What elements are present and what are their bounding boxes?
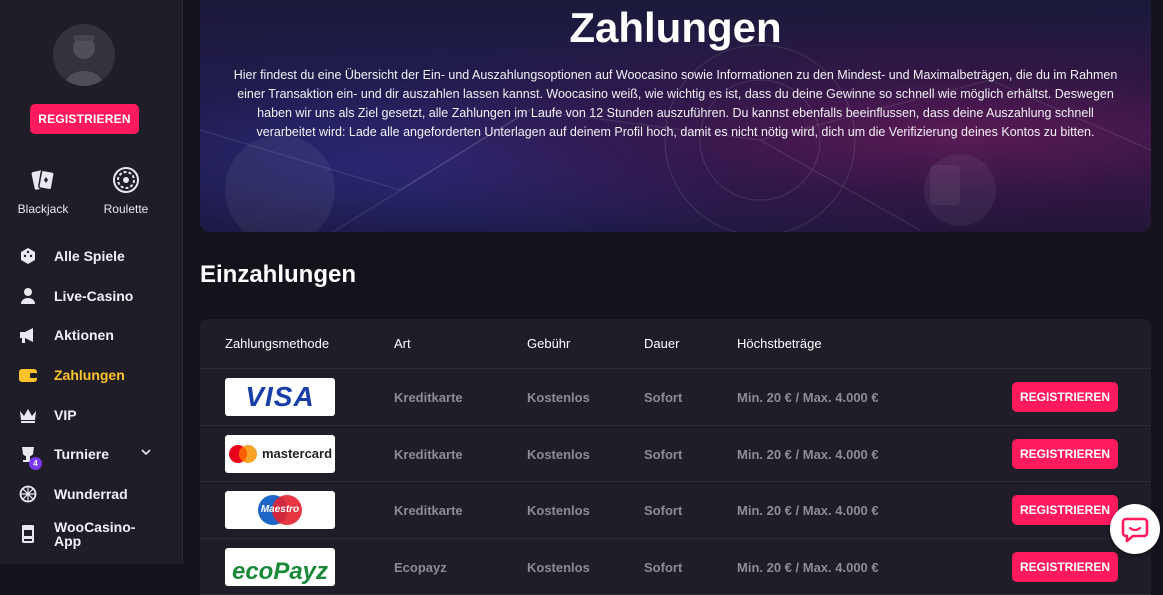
register-button[interactable]: REGISTRIEREN xyxy=(1012,552,1118,582)
register-button[interactable]: REGISTRIEREN xyxy=(1012,495,1118,525)
sidebar-item-label: VIP xyxy=(54,407,77,423)
sidebar-item-label: Wunderrad xyxy=(54,486,128,502)
sidebar-item-tournaments[interactable]: 4 Turniere xyxy=(0,434,183,474)
payment-type: Kreditkarte xyxy=(394,503,463,518)
payment-duration: Sofort xyxy=(644,390,682,405)
maestro-logo: Maestro xyxy=(225,491,335,529)
roulette-icon xyxy=(112,166,140,194)
sidebar-item-app[interactable]: WooCasino- App xyxy=(0,514,183,554)
quick-link-blackjack[interactable]: Blackjack xyxy=(3,166,83,216)
sidebar-register-button[interactable]: REGISTRIEREN xyxy=(30,104,139,134)
payment-limits: Min. 20 € / Max. 4.000 € xyxy=(737,390,879,405)
payment-fee: Kostenlos xyxy=(527,390,590,405)
table-row: mastercard Kreditkarte Kostenlos Sofort … xyxy=(200,426,1151,483)
table-header: Zahlungsmethode Art Gebühr Dauer Höchstb… xyxy=(200,319,1151,369)
sidebar-item-live-casino[interactable]: Live-Casino xyxy=(0,276,183,316)
payment-type: Kreditkarte xyxy=(394,447,463,462)
sidebar-item-label: Turniere xyxy=(54,446,109,462)
quick-link-roulette[interactable]: Roulette xyxy=(86,166,166,216)
notification-badge: 4 xyxy=(29,457,42,470)
table-row: Maestro Kreditkarte Kostenlos Sofort Min… xyxy=(200,482,1151,539)
sidebar-item-vip[interactable]: VIP xyxy=(0,395,183,435)
table-row: VISA Kreditkarte Kostenlos Sofort Min. 2… xyxy=(200,369,1151,426)
column-header: Gebühr xyxy=(527,336,570,351)
page-intro-text: Hier findest du eine Übersicht der Ein- … xyxy=(230,66,1121,142)
payment-logo-text: VISA xyxy=(245,381,314,413)
register-button[interactable]: REGISTRIEREN xyxy=(1012,439,1118,469)
payment-limits: Min. 20 € / Max. 4.000 € xyxy=(737,560,879,575)
quick-link-label: Blackjack xyxy=(18,202,69,216)
sidebar-item-wheel[interactable]: Wunderrad xyxy=(0,474,183,514)
chevron-down-icon[interactable] xyxy=(141,448,151,456)
ecopayz-logo: ecoPayz xyxy=(225,548,335,586)
register-button[interactable]: REGISTRIEREN xyxy=(1012,382,1118,412)
dealer-icon xyxy=(18,286,38,306)
sidebar-item-promotions[interactable]: Aktionen xyxy=(0,315,183,355)
payments-table: Zahlungsmethode Art Gebühr Dauer Höchstb… xyxy=(200,319,1151,595)
payment-duration: Sofort xyxy=(644,447,682,462)
payment-fee: Kostenlos xyxy=(527,447,590,462)
sidebar-item-label: Alle Spiele xyxy=(54,248,125,264)
live-chat-button[interactable] xyxy=(1110,504,1160,554)
payment-fee: Kostenlos xyxy=(527,503,590,518)
sidebar-item-label: Live-Casino xyxy=(54,288,133,304)
maestro-circles-icon: Maestro xyxy=(258,495,302,525)
column-header: Dauer xyxy=(644,336,679,351)
megaphone-icon xyxy=(18,325,38,345)
column-header: Zahlungsmethode xyxy=(225,336,329,351)
payment-fee: Kostenlos xyxy=(527,560,590,575)
sidebar-item-label: Zahlungen xyxy=(54,367,125,383)
mastercard-logo: mastercard xyxy=(225,435,335,473)
hero-banner: Zahlungen Hier findest du eine Übersicht… xyxy=(200,0,1151,232)
sidebar-item-all-games[interactable]: Alle Spiele xyxy=(0,236,183,276)
sidebar-item-label: Aktionen xyxy=(54,327,114,343)
mastercard-circles-icon xyxy=(228,443,258,465)
payment-type: Kreditkarte xyxy=(394,390,463,405)
sidebar-nav: Alle Spiele Live-Casino Aktionen Zahlung… xyxy=(0,236,183,554)
payment-duration: Sofort xyxy=(644,560,682,575)
page-title: Zahlungen xyxy=(200,4,1151,52)
payment-logo-text: Maestro xyxy=(258,504,302,515)
payment-duration: Sofort xyxy=(644,503,682,518)
section-title: Einzahlungen xyxy=(200,261,356,289)
sidebar-item-payments[interactable]: Zahlungen xyxy=(0,355,183,395)
table-row: ecoPayz Ecopayz Kostenlos Sofort Min. 20… xyxy=(200,539,1151,595)
avatar[interactable] xyxy=(53,24,115,86)
visa-logo: VISA xyxy=(225,378,335,416)
crown-icon xyxy=(18,405,38,425)
payment-type: Ecopayz xyxy=(394,560,447,575)
payment-logo-text: mastercard xyxy=(262,446,332,461)
wheel-icon xyxy=(18,484,38,504)
app-icon xyxy=(18,524,38,544)
sidebar-item-label: WooCasino- App xyxy=(54,520,135,548)
payment-logo-text: ecoPayz xyxy=(232,558,328,586)
wallet-icon xyxy=(18,365,38,385)
payment-limits: Min. 20 € / Max. 4.000 € xyxy=(737,447,879,462)
chat-bubble-icon xyxy=(1121,515,1149,543)
sidebar: REGISTRIEREN Blackjack Roulette Alle Spi… xyxy=(0,0,183,564)
cards-icon xyxy=(29,166,57,194)
quick-link-label: Roulette xyxy=(104,202,149,216)
column-header: Art xyxy=(394,336,411,351)
column-header: Höchstbeträge xyxy=(737,336,822,351)
payment-limits: Min. 20 € / Max. 4.000 € xyxy=(737,503,879,518)
user-silhouette-icon xyxy=(53,24,115,86)
dice-icon xyxy=(18,246,38,266)
